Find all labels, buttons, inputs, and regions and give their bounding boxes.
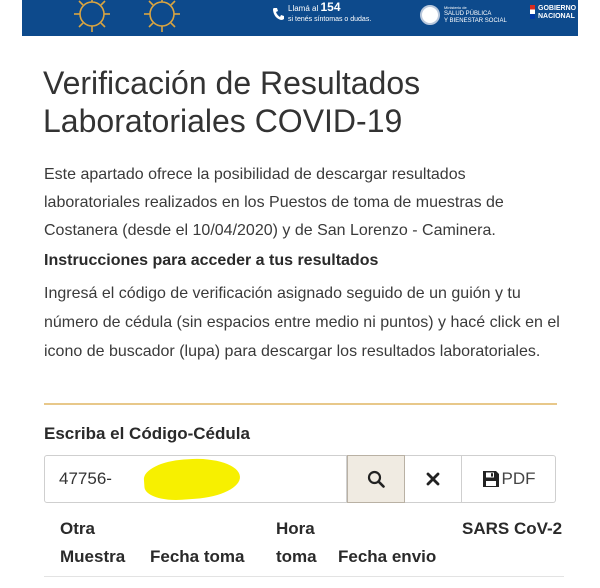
hotline-info: Llamá al 154 si tenés síntomas o dudas. (272, 0, 372, 25)
section-divider (44, 403, 557, 405)
ministry-line1: SALUD PÚBLICA (444, 11, 492, 17)
code-field-label: Escriba el Código-Cédula (44, 424, 250, 443)
page-title: Verificación de Resultados Laboratoriale… (43, 65, 421, 139)
flag-icon (530, 5, 535, 19)
intro-paragraph: Este apartado ofrece la posibilidad de d… (44, 166, 504, 239)
ministry-logo: Ministerio de SALUD PÚBLICA Y BIENESTAR … (420, 4, 507, 25)
pdf-button[interactable]: PDF (462, 455, 556, 503)
seal-icon (420, 4, 440, 25)
close-icon (426, 472, 440, 486)
ministry-line2: Y BIENESTAR SOCIAL (444, 18, 507, 24)
clear-button[interactable] (405, 455, 462, 503)
instructions-title: Instrucciones para acceder a tus resulta… (44, 252, 379, 269)
table-divider (44, 576, 564, 577)
header-sars-cov2: SARS CoV-2 (462, 519, 563, 538)
header-hora-toma: Hora toma (276, 519, 317, 566)
hotline-number: 154 (320, 0, 341, 14)
header-fecha-envio: Fecha envio (338, 547, 437, 566)
phone-icon (273, 7, 284, 20)
gov-line1: GOBIERNO (538, 5, 577, 12)
header-otra-muestra: Otra Muestra (60, 519, 126, 566)
header-banner: Llamá al 154 si tenés síntomas o dudas. … (22, 0, 578, 36)
virus-icon (74, 0, 110, 32)
results-table-header: Otra Muestra Fecha toma Hora toma Fecha … (44, 515, 564, 588)
hotline-subtext: si tenés síntomas o dudas. (288, 16, 372, 23)
gov-line2: NACIONAL (538, 13, 575, 20)
search-button[interactable] (347, 455, 405, 503)
header-fecha-toma: Fecha toma (150, 547, 245, 566)
government-logo: GOBIERNO NACIONAL (530, 5, 576, 21)
instructions-text: Ingresá el código de verificación asigna… (44, 285, 560, 360)
save-icon (482, 471, 499, 487)
hotline-prefix: Llamá al (288, 4, 319, 13)
pdf-label: PDF (501, 469, 536, 488)
search-form: PDF (44, 455, 556, 503)
virus-icon (144, 0, 180, 32)
search-icon (367, 470, 385, 488)
ministry-prefix: Ministerio de (444, 5, 467, 10)
